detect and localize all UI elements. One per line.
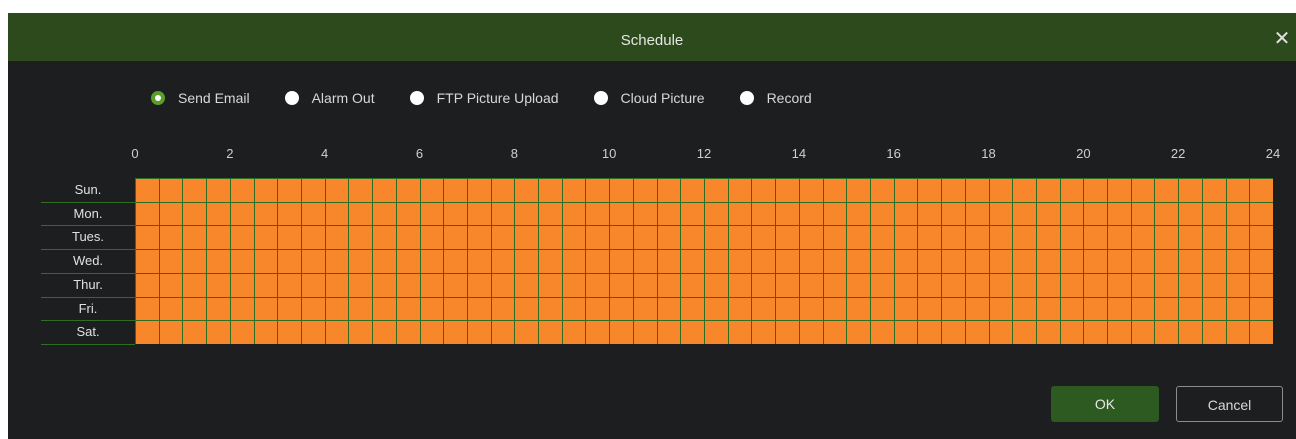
event-type-radio-group: Send Email Alarm Out FTP Picture Upload Clo… [151, 88, 847, 108]
day-label: Fri. [78, 300, 98, 316]
radio-option-label: Alarm Out [311, 90, 375, 106]
ok-button[interactable]: OK [1051, 386, 1159, 422]
hour-label: 16 [886, 146, 901, 161]
radio-checked-icon [151, 91, 165, 105]
schedule-grid-lines [135, 178, 1273, 344]
hour-label: 4 [321, 146, 329, 161]
radio-option[interactable]: Send Email [151, 90, 250, 106]
hour-label: 8 [510, 146, 518, 161]
radio-unchecked-icon [409, 91, 424, 105]
day-row-divider [41, 344, 135, 345]
day-label: Sat. [76, 324, 100, 340]
close-icon[interactable]: ✕ [1270, 27, 1294, 51]
radio-unchecked-icon [593, 91, 608, 105]
hour-label: 20 [1076, 146, 1091, 161]
day-label: Thur. [73, 276, 103, 292]
day-label: Wed. [72, 253, 104, 269]
hour-label: 2 [226, 146, 234, 161]
day-label: Sun. [74, 182, 102, 197]
radio-option-label: Cloud Picture [620, 90, 705, 106]
day-label: Tues. [71, 229, 105, 245]
hour-label: 14 [791, 146, 807, 161]
radio-option-label: Send Email [178, 90, 250, 106]
radio-unchecked-icon [739, 91, 754, 105]
hour-label: 10 [601, 146, 617, 161]
radio-option-label: Record [766, 90, 812, 106]
hour-label: 22 [1170, 146, 1186, 161]
day-label: Mon. [73, 205, 103, 221]
radio-option[interactable]: FTP Picture Upload [409, 90, 559, 106]
radio-option[interactable]: Alarm Out [284, 90, 375, 106]
cancel-button[interactable]: Cancel [1176, 386, 1283, 422]
hour-label: 0 [131, 146, 139, 161]
hour-label: 24 [1265, 146, 1281, 161]
radio-option-label: FTP Picture Upload [436, 90, 559, 106]
dialog-titlebar: Schedule ✕ [8, 13, 1296, 61]
hour-label: 6 [415, 146, 424, 161]
dialog-title: Schedule [620, 32, 684, 49]
radio-unchecked-icon [284, 91, 299, 105]
radio-option[interactable]: Cloud Picture [593, 90, 705, 106]
hour-label: 18 [981, 146, 996, 161]
schedule-dialog: Schedule ✕ Send Email Alarm Out FTP Pictur… [8, 13, 1296, 439]
hour-label: 12 [696, 146, 712, 161]
schedule-grid[interactable] [135, 178, 1273, 344]
radio-option[interactable]: Record [739, 90, 812, 106]
